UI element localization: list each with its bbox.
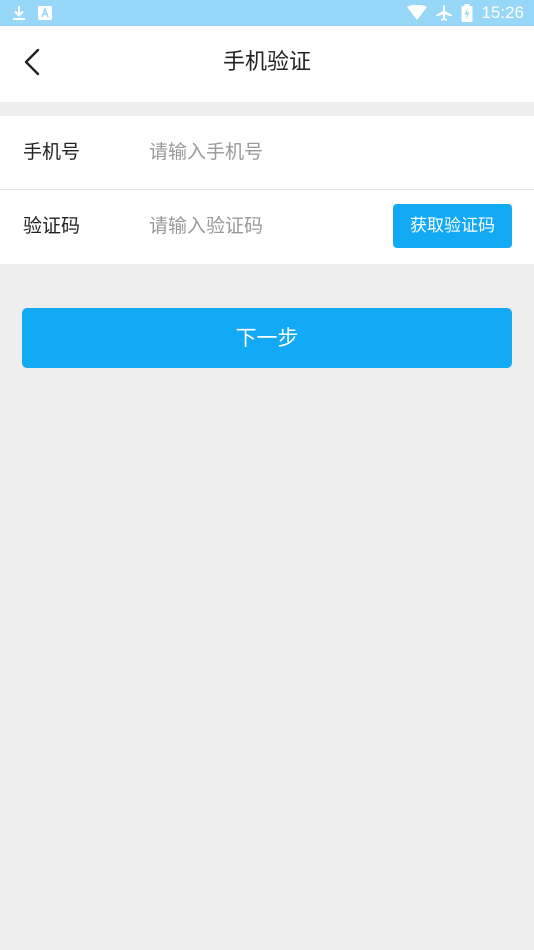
get-code-button[interactable]: 获取验证码	[393, 204, 512, 248]
code-label: 验证码	[23, 215, 81, 237]
code-row: 验证码 获取验证码	[0, 190, 534, 263]
phone-row: 手机号	[0, 116, 534, 190]
wifi-icon	[407, 5, 428, 21]
verification-form: 手机号 验证码 获取验证码	[0, 116, 534, 264]
header-bar: 手机验证	[0, 26, 534, 102]
battery-charging-icon	[461, 4, 473, 22]
download-icon	[12, 5, 26, 21]
status-left-icons	[12, 4, 52, 22]
status-right-icons: 15:26	[407, 3, 524, 23]
phone-label: 手机号	[23, 141, 81, 163]
page-title: 手机验证	[222, 50, 311, 75]
code-input[interactable]	[149, 210, 379, 242]
status-bar: 15:26	[0, 0, 534, 26]
phone-input[interactable]	[149, 136, 509, 168]
status-time: 15:26	[481, 3, 524, 22]
airplane-icon	[435, 4, 453, 22]
font-a-icon	[38, 6, 52, 20]
next-button[interactable]: 下一步	[22, 308, 512, 368]
